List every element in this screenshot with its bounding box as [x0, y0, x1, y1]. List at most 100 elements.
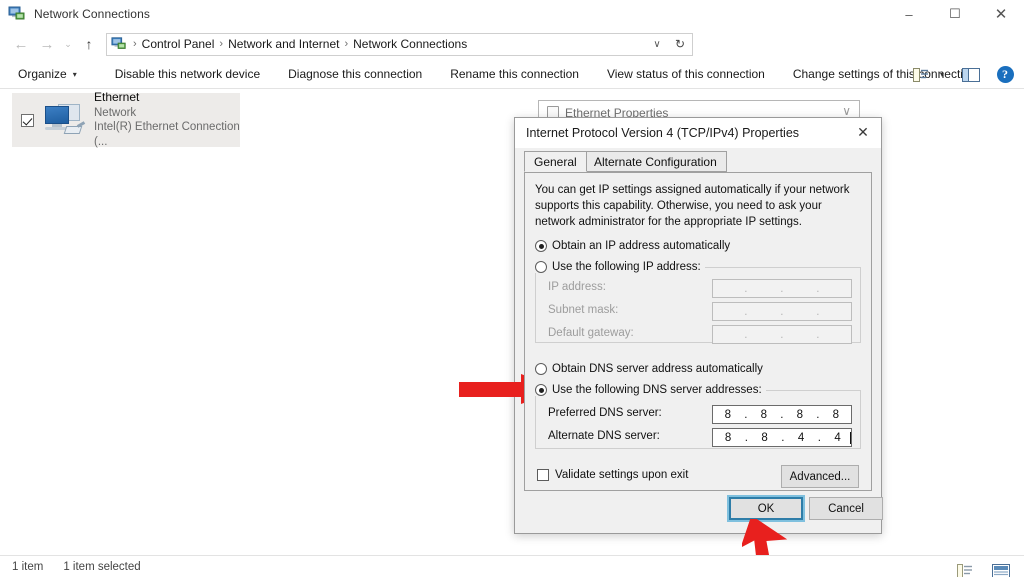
dialog-tabstrip: Alternate Configuration General	[524, 151, 873, 172]
alternate-dns-input[interactable]: 8 . 8 . 4 . 4	[712, 428, 852, 447]
diagnose-connection-button[interactable]: Diagnose this connection	[278, 62, 432, 86]
close-button[interactable]: ✕	[978, 0, 1024, 28]
preferred-dns-row: Preferred DNS server: 8 . 8 . 8 . 8	[536, 405, 860, 425]
validate-settings-checkbox[interactable]: Validate settings upon exit	[537, 469, 688, 481]
radio-label: Obtain DNS server address automatically	[552, 363, 763, 375]
radio-button-icon	[535, 240, 547, 252]
octet: 8	[832, 408, 840, 421]
general-tab-pane: You can get IP settings assigned automat…	[524, 172, 872, 491]
dns-settings-group: Preferred DNS server: 8 . 8 . 8 . 8 Alte…	[535, 390, 861, 449]
dot-separator: .	[744, 328, 748, 341]
advanced-button[interactable]: Advanced...	[781, 465, 859, 488]
preferred-dns-input[interactable]: 8 . 8 . 8 . 8	[712, 405, 852, 424]
radio-obtain-ip-automatically[interactable]: Obtain an IP address automatically	[535, 240, 730, 252]
checkbox-icon	[537, 469, 549, 481]
radio-obtain-dns-automatically[interactable]: Obtain DNS server address automatically	[535, 363, 763, 375]
octet: 4	[797, 431, 805, 444]
subnet-mask-input[interactable]: . . .	[712, 302, 852, 321]
octet: 4	[834, 431, 842, 444]
change-view-icon[interactable]	[908, 63, 934, 86]
back-button[interactable]: ←	[8, 31, 34, 57]
connection-network: Network	[94, 106, 137, 119]
dialog-title: Internet Protocol Version 4 (TCP/IPv4) P…	[526, 126, 800, 140]
ip-address-row: IP address: . . .	[536, 279, 860, 299]
dialog-description: You can get IP settings assigned automat…	[535, 184, 850, 228]
radio-use-following-dns[interactable]: Use the following DNS server addresses:	[535, 384, 766, 396]
connections-list: Ethernet Network Intel(R) Ethernet Conne…	[0, 89, 1024, 567]
recent-locations-button[interactable]: ⌄	[60, 31, 76, 57]
connection-adapter: Intel(R) Ethernet Connection (...	[94, 121, 240, 149]
radio-label: Use the following DNS server addresses:	[552, 384, 762, 396]
maximize-button[interactable]: ☐	[932, 0, 978, 28]
radio-button-icon	[535, 363, 547, 375]
chevron-down-icon[interactable]: ∨	[842, 104, 851, 118]
ok-button[interactable]: OK	[729, 497, 803, 520]
subnet-mask-label: Subnet mask:	[548, 304, 619, 316]
tab-general[interactable]: General	[524, 151, 587, 172]
chevron-down-icon: ▾	[939, 70, 944, 79]
app-window: Network Connections – ☐ ✕ ← → ⌄ ↑ › Cont…	[0, 0, 1024, 577]
preview-pane-icon[interactable]	[958, 63, 984, 86]
text-cursor	[850, 431, 851, 444]
details-view-icon[interactable]	[952, 559, 978, 577]
octet: 8	[760, 408, 768, 421]
minimize-button[interactable]: –	[886, 0, 932, 28]
view-status-button[interactable]: View status of this connection	[597, 62, 775, 86]
rename-connection-button[interactable]: Rename this connection	[440, 62, 589, 86]
status-view-buttons	[952, 559, 1014, 577]
tcpipv4-properties-dialog: Internet Protocol Version 4 (TCP/IPv4) P…	[514, 117, 883, 534]
default-gateway-row: Default gateway: . . .	[536, 325, 860, 345]
default-gateway-input[interactable]: . . .	[712, 325, 852, 344]
radio-use-following-ip[interactable]: Use the following IP address:	[535, 261, 705, 273]
command-bar: Organize ▾ Disable this network device D…	[0, 60, 1024, 89]
help-button[interactable]: ?	[992, 63, 1018, 86]
dot-separator: .	[816, 305, 820, 318]
radio-button-icon	[535, 384, 547, 396]
address-bar: ← → ⌄ ↑ › Control Panel › Network and In…	[0, 28, 1024, 83]
status-item-count: 1 item	[12, 560, 44, 573]
breadcrumb-item-network-connections[interactable]: Network Connections	[350, 37, 470, 51]
default-gateway-label: Default gateway:	[548, 327, 634, 339]
dialog-close-icon[interactable]: ✕	[855, 125, 871, 139]
disable-device-button[interactable]: Disable this network device	[105, 62, 270, 86]
radio-button-icon	[535, 261, 547, 273]
dot-separator: .	[780, 282, 784, 295]
command-bar-right: ▾ ?	[908, 63, 1018, 86]
up-button[interactable]: ↑	[76, 31, 102, 57]
large-icons-view-icon[interactable]	[988, 559, 1014, 577]
status-selection: 1 item selected	[63, 560, 141, 573]
alternate-dns-label: Alternate DNS server:	[548, 430, 660, 442]
breadcrumb[interactable]: › Control Panel › Network and Internet ›…	[106, 32, 693, 56]
dot-separator: .	[744, 305, 748, 318]
help-icon: ?	[996, 66, 1014, 83]
window-title-bar: Network Connections – ☐ ✕	[0, 0, 1024, 28]
item-checkbox[interactable]	[21, 113, 34, 127]
octet: 8	[796, 408, 804, 421]
cancel-button[interactable]: Cancel	[809, 497, 883, 520]
dot-separator: .	[780, 328, 784, 341]
network-connections-icon	[8, 5, 26, 23]
dot-separator: .	[816, 328, 820, 341]
chevron-down-icon[interactable]: ∨	[648, 34, 666, 55]
list-item[interactable]: Ethernet Network Intel(R) Ethernet Conne…	[12, 90, 240, 150]
organize-label: Organize	[18, 67, 67, 81]
breadcrumb-item-control-panel[interactable]: Control Panel	[139, 37, 218, 51]
subnet-mask-row: Subnet mask: . . .	[536, 302, 860, 322]
ip-settings-group: IP address: . . . Subnet mask: . . . Def…	[535, 267, 861, 345]
refresh-icon[interactable]: ↻	[670, 35, 690, 54]
dialog-title-bar: Internet Protocol Version 4 (TCP/IPv4) P…	[515, 118, 881, 148]
dot-separator: .	[744, 282, 748, 295]
window-controls: – ☐ ✕	[886, 0, 1024, 28]
organize-button[interactable]: Organize ▾	[8, 62, 87, 86]
list-item-text: Ethernet Network Intel(R) Ethernet Conne…	[94, 90, 240, 150]
forward-button[interactable]: →	[34, 31, 60, 57]
octet: 8	[724, 431, 732, 444]
status-bar: 1 item 1 item selected	[0, 555, 1024, 577]
ip-address-input[interactable]: . . .	[712, 279, 852, 298]
validate-settings-label: Validate settings upon exit	[555, 469, 689, 481]
ip-address-label: IP address:	[548, 281, 606, 293]
octet: 8	[761, 431, 769, 444]
tab-alternate-configuration[interactable]: Alternate Configuration	[584, 151, 727, 172]
change-view-caret-icon[interactable]: ▾	[934, 63, 950, 86]
breadcrumb-item-network-and-internet[interactable]: Network and Internet	[225, 37, 342, 51]
